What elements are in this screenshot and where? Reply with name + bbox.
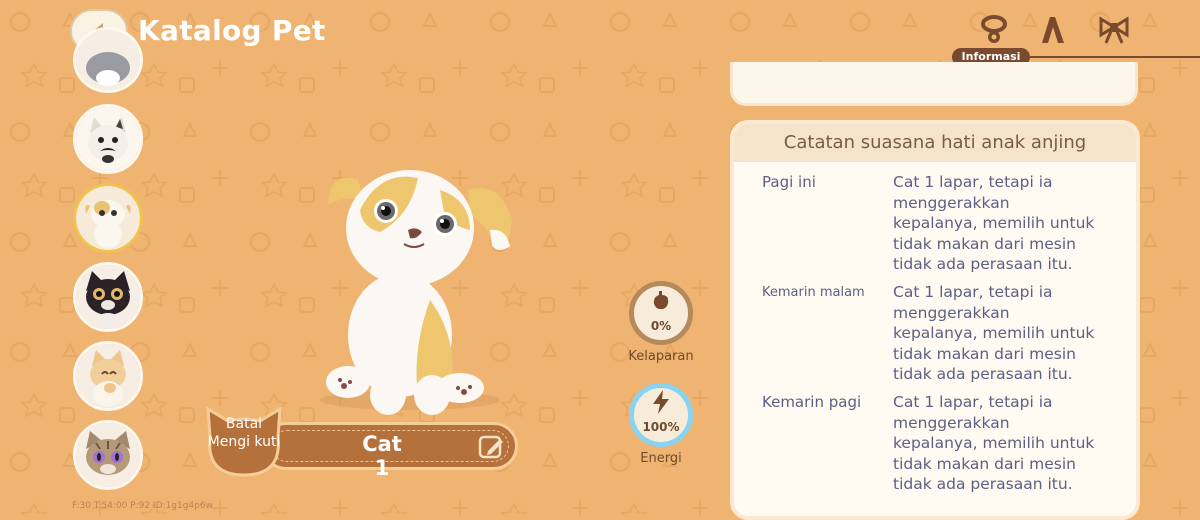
mood-entry-time: Kemarin pagi [762,393,862,411]
debug-overlay-text: F:30 T:54:00 P:92 ID:1g1g4p6w [72,501,213,511]
collar-icon[interactable] [977,13,1011,47]
mood-entry-text: Cat 1 lapar, tetapi ia menggerakkan kepa… [893,173,1095,273]
energy-label: Energi [640,451,682,466]
pet-3d-model[interactable] [300,150,540,420]
cat-gray-avatar-icon [76,30,140,90]
pet-avatar-cream-cat[interactable] [73,341,143,411]
hat-icon[interactable] [1036,13,1070,47]
energy-value: 100% [642,420,680,434]
stomach-icon [653,291,669,310]
cat-white-mustache-avatar-icon [76,107,140,171]
page-title: Katalog Pet [138,14,326,47]
pet-avatar-gray-cat[interactable] [73,27,143,93]
pet-avatar-tabby-cat[interactable] [73,420,143,490]
mood-entry-time: Pagi ini [762,173,816,191]
mood-entry-time: Kemarin malam [762,285,865,300]
mood-log-title: Catatan suasana hati anak anjing [783,132,1087,153]
hunger-label: Kelaparan [628,349,694,364]
cat-tabby-avatar-icon [76,423,140,487]
edit-pencil-icon[interactable] [478,433,506,461]
info-card-top [730,62,1138,106]
release-button-label: Batal Mengi kuti [207,416,281,450]
hunger-value: 0% [650,319,672,333]
cat-cream-avatar-icon [76,344,140,408]
tab-underline [1030,56,1200,58]
pet-avatar-puppy-selected[interactable] [73,183,143,253]
pet-avatar-white-cat[interactable] [73,104,143,174]
mood-entry-text: Cat 1 lapar, tetapi ia menggerakkan kepa… [893,283,1095,383]
mood-entry-text: Cat 1 lapar, tetapi ia menggerakkan kepa… [893,393,1095,493]
bow-icon[interactable] [1097,13,1131,47]
pet-name: Cat 1 [362,432,402,480]
lightning-icon [653,390,669,414]
cat-black-avatar-icon [76,265,140,329]
pet-avatar-black-cat[interactable] [73,262,143,332]
puppy-calico-avatar-icon [76,186,140,250]
